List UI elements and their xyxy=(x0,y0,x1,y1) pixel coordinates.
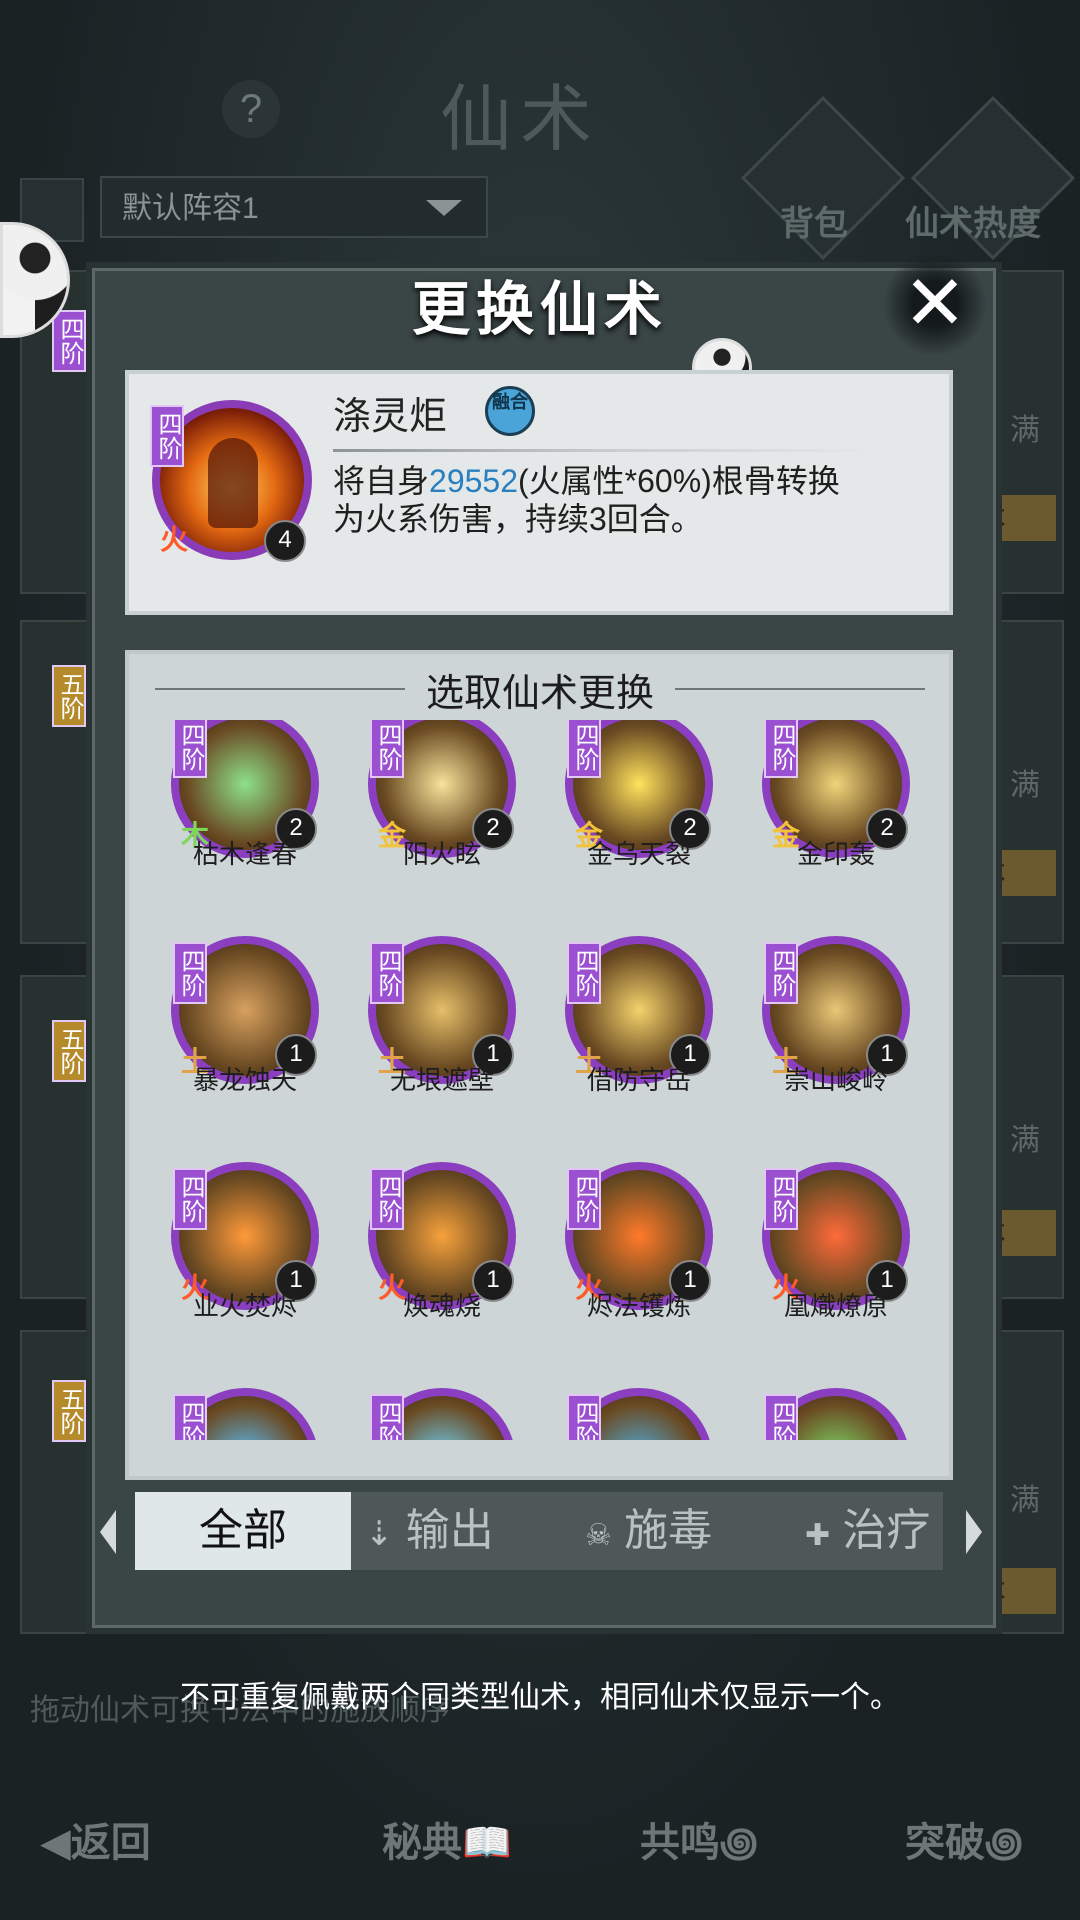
skill-tier-tag: 四阶 xyxy=(567,1394,601,1440)
lineup-dropdown[interactable]: 默认阵容1 xyxy=(100,176,488,238)
background-title: 仙术 xyxy=(440,77,601,161)
chevron-down-icon xyxy=(426,200,462,216)
skill-option[interactable]: 四阶 xyxy=(147,1388,327,1440)
divider xyxy=(333,449,873,452)
current-skill-element: 火 xyxy=(160,523,189,556)
skill-icon: 四阶 xyxy=(368,1388,516,1440)
background-man-label: 满 xyxy=(1010,1124,1040,1157)
background-tier-tag: 五阶 xyxy=(52,1020,86,1082)
swirl-icon: ꩜ xyxy=(720,1819,758,1866)
close-x-icon: ✕ xyxy=(903,261,967,346)
skill-name: 崇山峻岭 xyxy=(783,1065,888,1095)
back-button[interactable]: ◀返回 xyxy=(40,1810,151,1868)
tab-scroll-right-icon[interactable] xyxy=(966,1510,982,1554)
skill-tier-tag: 四阶 xyxy=(764,1394,798,1440)
fusion-badge: 融合 xyxy=(485,386,535,436)
skill-icon: 四阶 xyxy=(762,1388,910,1440)
selection-title: 选取仙术更换 xyxy=(425,673,654,715)
skill-option[interactable]: 四阶土 1 暴龙蚀天 xyxy=(147,936,327,1156)
skill-option[interactable]: 四阶火 1 业火焚烬 xyxy=(147,1162,327,1382)
filter-tabs: 全部 ⇣ 输出 ☠ 施毒 ✚ 治疗 xyxy=(135,1492,943,1570)
skill-option[interactable]: 四阶金 2 金印轰 xyxy=(738,720,918,930)
skill-option[interactable]: 四阶火 1 凰熾燎原 xyxy=(738,1162,918,1382)
skill-option[interactable]: 四阶土 1 无垠遮壁 xyxy=(344,936,524,1156)
skill-icon: 四阶 xyxy=(171,1388,319,1440)
tab-all[interactable]: 全部 xyxy=(135,1492,351,1570)
skill-grid: 四阶木 2 枯木逢春 四阶金 2 阳火眩 四阶金 2 金乌天裂 四阶金 2 金印轰 四阶土 1 暴龙蚀天 四阶… xyxy=(147,720,937,1440)
skill-option[interactable]: 四阶火 1 焕魂烧 xyxy=(344,1162,524,1382)
skill-name: 阳火眩 xyxy=(402,839,481,869)
skill-tier-tag: 四阶 xyxy=(567,1168,601,1230)
skill-tier-tag: 四阶 xyxy=(370,1394,404,1440)
skill-tier-tag: 四阶 xyxy=(764,720,798,778)
skill-tier-tag: 四阶 xyxy=(764,1168,798,1230)
skill-name: 枯木逢春 xyxy=(192,839,297,869)
skill-tier-tag: 四阶 xyxy=(370,942,404,1004)
skill-name: 金印轰 xyxy=(796,839,875,869)
skill-name: 凰熾燎原 xyxy=(783,1291,888,1321)
background-man-label: 满 xyxy=(1010,414,1040,447)
back-arrow-icon: ◀ xyxy=(40,1819,71,1866)
skill-option[interactable]: 四阶 xyxy=(344,1388,524,1440)
poison-icon: ☠ xyxy=(585,1519,612,1552)
skill-option[interactable]: 四阶土 1 崇山峻岭 xyxy=(738,936,918,1156)
skill-tier-tag: 四阶 xyxy=(173,1394,207,1440)
skill-option[interactable]: 四阶 xyxy=(738,1388,918,1440)
skill-name: 暴龙蚀天 xyxy=(192,1065,297,1095)
skill-name: 焕魂烧 xyxy=(402,1291,481,1321)
footer-note: 不可重复佩戴两个同类型仙术，相同仙术仅显示一个。 xyxy=(180,1681,900,1714)
book-icon: 📖 xyxy=(462,1819,512,1866)
skill-tier-tag: 四阶 xyxy=(173,1168,207,1230)
help-icon[interactable]: ? xyxy=(222,80,280,138)
skill-option[interactable]: 四阶 xyxy=(541,1388,721,1440)
current-skill-description: 将自身29552(火属性*60%)根骨转换为火系伤害，持续3回合。 xyxy=(333,463,840,537)
spiral-icon: ꩜ xyxy=(985,1819,1023,1866)
skill-tier-tag: 四阶 xyxy=(764,942,798,1004)
current-skill-count: 4 xyxy=(264,520,306,562)
skill-option[interactable]: 四阶金 2 金乌天裂 xyxy=(541,720,721,930)
skill-option[interactable]: 四阶木 2 枯木逢春 xyxy=(147,720,327,930)
resonance-button[interactable]: 共鸣꩜ xyxy=(640,1810,758,1871)
background-man-label: 满 xyxy=(1010,1484,1040,1517)
skill-option[interactable]: 四阶火 1 烬法镬炼 xyxy=(541,1162,721,1382)
skill-tier-tag: 四阶 xyxy=(567,720,601,778)
current-skill-tier: 四阶 xyxy=(150,405,184,467)
skill-icon: 四阶 xyxy=(565,1388,713,1440)
lineup-label: 默认阵容1 xyxy=(122,192,259,225)
close-button[interactable]: ✕ xyxy=(880,254,990,354)
heat-label: 仙术热度 xyxy=(905,204,1041,244)
bag-label: 背包 xyxy=(780,204,848,244)
skill-tier-tag: 四阶 xyxy=(173,720,207,778)
breakthrough-button[interactable]: 突破꩜ xyxy=(905,1810,1023,1871)
skill-option[interactable]: 四阶土 1 借防守岳 xyxy=(541,936,721,1156)
flame-figure-icon xyxy=(208,438,258,528)
heal-icon: ✚ xyxy=(805,1519,831,1552)
skill-tier-tag: 四阶 xyxy=(173,942,207,1004)
description-value: 29552 xyxy=(429,463,518,499)
skill-name: 借防守岳 xyxy=(586,1065,691,1095)
skill-tier-tag: 四阶 xyxy=(567,942,601,1004)
tab-output[interactable]: ⇣ 输出 xyxy=(365,1492,565,1570)
skill-tier-tag: 四阶 xyxy=(370,720,404,778)
skill-name: 金乌天裂 xyxy=(586,839,691,869)
skill-name: 烬法镬炼 xyxy=(586,1291,691,1321)
skill-option[interactable]: 四阶金 2 阳火眩 xyxy=(344,720,524,930)
tab-poison[interactable]: ☠ 施毒 xyxy=(585,1492,785,1570)
secret-book-button[interactable]: 秘典📖 xyxy=(382,1810,512,1868)
tab-scroll-left-icon[interactable] xyxy=(100,1510,116,1554)
skill-name: 业火焚烬 xyxy=(192,1291,297,1321)
skill-tier-tag: 四阶 xyxy=(370,1168,404,1230)
background-tier-tag: 五阶 xyxy=(52,1380,86,1442)
output-icon: ⇣ xyxy=(365,1515,394,1553)
skill-name: 无垠遮壁 xyxy=(389,1065,494,1095)
current-skill-name: 涤灵炬 xyxy=(333,396,448,438)
tab-heal[interactable]: ✚ 治疗 xyxy=(805,1492,943,1570)
background-man-label: 满 xyxy=(1010,769,1040,802)
